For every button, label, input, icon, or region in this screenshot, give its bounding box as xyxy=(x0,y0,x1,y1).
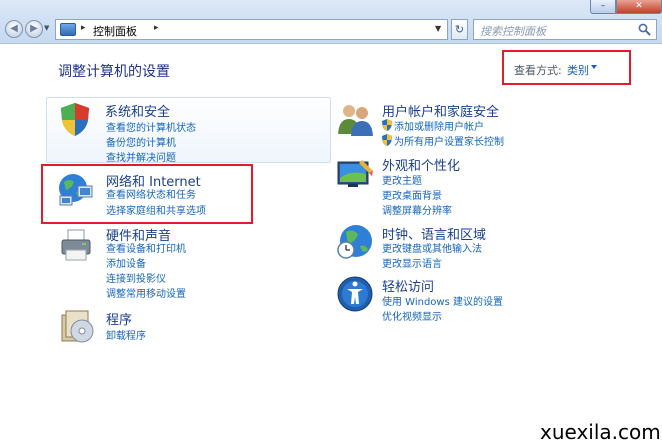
view-mode-label: 查看方式: xyxy=(514,64,562,77)
search-placeholder: 搜索控制面板 xyxy=(480,25,546,38)
link-backup-computer[interactable]: 备份您的计算机 xyxy=(106,134,176,149)
page-title: 调整计算机的设置 xyxy=(58,64,170,80)
link-uninstall-program[interactable]: 卸载程序 xyxy=(106,327,146,342)
user-accounts-icon[interactable] xyxy=(336,100,374,138)
watermark: xuexila.com xyxy=(540,420,661,444)
back-arrow-icon: ◀ xyxy=(10,23,18,34)
link-change-theme[interactable]: 更改主题 xyxy=(382,172,422,187)
printer-icon[interactable] xyxy=(58,226,96,264)
link-change-keyboard-input[interactable]: 更改键盘或其他输入法 xyxy=(382,240,482,255)
forward-arrow-icon: ▶ xyxy=(30,23,38,34)
link-view-network-status[interactable]: 查看网络状态和任务 xyxy=(106,186,196,201)
forward-button[interactable]: ▶ xyxy=(25,20,43,38)
refresh-icon: ↻ xyxy=(454,23,465,36)
link-screen-resolution[interactable]: 调整屏幕分辨率 xyxy=(382,202,452,217)
appearance-monitor-icon[interactable] xyxy=(336,156,374,194)
uac-shield-icon xyxy=(382,134,392,146)
security-shield-icon[interactable] xyxy=(56,100,94,138)
refresh-button[interactable]: ↻ xyxy=(451,19,468,40)
breadcrumb-separator[interactable]: ▸ xyxy=(81,23,86,33)
search-input[interactable]: 搜索控制面板 xyxy=(473,19,657,40)
search-icon[interactable] xyxy=(638,23,651,36)
navigation-bar: – ✕ ◀ ▶ ▼ ▸ 控制面板 ▸ ▼ ↻ 搜索控制面板 xyxy=(0,0,662,44)
control-panel-icon xyxy=(60,23,76,36)
link-homegroup-sharing[interactable]: 选择家庭组和共享选项 xyxy=(106,202,206,217)
category-programs[interactable]: 程序 xyxy=(106,309,132,328)
uac-shield-icon xyxy=(382,119,392,131)
close-window-button[interactable]: ✕ xyxy=(616,0,662,14)
breadcrumb-control-panel[interactable]: 控制面板 xyxy=(93,23,137,39)
back-button[interactable]: ◀ xyxy=(5,20,23,38)
link-connect-projector[interactable]: 连接到投影仪 xyxy=(106,270,166,285)
category-system-security[interactable]: 系统和安全 xyxy=(105,101,170,120)
link-change-display-language[interactable]: 更改显示语言 xyxy=(382,255,442,270)
ease-of-access-icon[interactable] xyxy=(336,275,374,313)
programs-disc-icon[interactable] xyxy=(58,307,96,345)
link-add-device[interactable]: 添加设备 xyxy=(106,255,146,270)
link-recommended-settings[interactable]: 使用 Windows 建议的设置 xyxy=(382,293,503,308)
minimize-button[interactable]: – xyxy=(590,0,616,14)
link-change-desktop-background[interactable]: 更改桌面背景 xyxy=(382,187,442,202)
link-devices-printers[interactable]: 查看设备和打印机 xyxy=(106,240,186,255)
address-bar[interactable]: ▸ 控制面板 ▸ ▼ xyxy=(55,19,448,40)
view-mode-dropdown[interactable]: 类别 xyxy=(567,62,589,78)
clock-globe-icon[interactable] xyxy=(336,222,374,260)
link-mobility-settings[interactable]: 调整常用移动设置 xyxy=(106,285,186,300)
link-optimize-video-display[interactable]: 优化视频显示 xyxy=(382,308,442,323)
view-dropdown-arrow-icon[interactable] xyxy=(591,65,597,69)
link-add-remove-accounts[interactable]: 添加或删除用户帐户 xyxy=(394,118,484,133)
address-dropdown-icon[interactable]: ▼ xyxy=(435,24,441,33)
link-view-computer-status[interactable]: 查看您的计算机状态 xyxy=(106,119,196,134)
link-troubleshoot[interactable]: 查找并解决问题 xyxy=(106,149,176,164)
recent-pages-dropdown-icon[interactable]: ▼ xyxy=(44,24,49,32)
link-parental-controls[interactable]: 为所有用户设置家长控制 xyxy=(394,133,504,148)
network-globe-icon[interactable] xyxy=(56,170,94,208)
breadcrumb-separator[interactable]: ▸ xyxy=(154,23,159,33)
